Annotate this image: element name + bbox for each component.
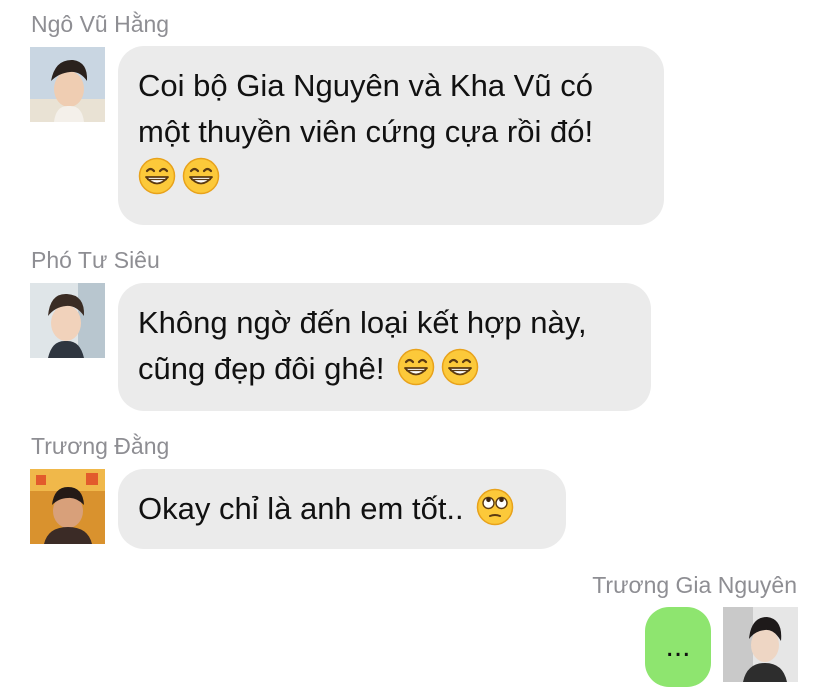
avatar[interactable] bbox=[723, 607, 798, 682]
sender-name: Ngô Vũ Hằng bbox=[31, 11, 170, 37]
message-bubble[interactable]: ... bbox=[645, 607, 711, 687]
message-line: Không ngờ đến loại kết hợp này, bbox=[138, 305, 587, 340]
sender-name: Trương Gia Nguyên bbox=[592, 572, 797, 598]
sender-name: Phó Tư Siêu bbox=[31, 247, 160, 273]
grinning-face-with-smiling-eyes-icon bbox=[182, 157, 220, 195]
sender-name: Trương Đằng bbox=[31, 433, 170, 459]
message-line: Coi bộ Gia Nguyên và Kha Vũ có bbox=[138, 68, 593, 103]
message-bubble[interactable]: Okay chỉ là anh em tốt.. bbox=[118, 469, 566, 549]
message-line-with-emoji: cũng đẹp đôi ghê! bbox=[138, 346, 631, 392]
message-bubble[interactable]: Không ngờ đến loại kết hợp này, cũng đẹp… bbox=[118, 283, 651, 411]
face-with-rolling-eyes-icon bbox=[476, 488, 514, 526]
grinning-face-with-smiling-eyes-icon bbox=[441, 348, 479, 386]
avatar[interactable] bbox=[30, 47, 105, 122]
message-line: Okay chỉ là anh em tốt.. bbox=[138, 491, 464, 526]
message-text: ... bbox=[665, 630, 691, 663]
avatar[interactable] bbox=[30, 283, 105, 358]
message-bubble[interactable]: Coi bộ Gia Nguyên và Kha Vũ có một thuyề… bbox=[118, 46, 664, 225]
message-line: một thuyền viên cứng cựa rồi đó! bbox=[138, 114, 594, 149]
message-line-with-emoji: Okay chỉ là anh em tốt.. bbox=[138, 486, 546, 532]
grinning-face-with-smiling-eyes-icon bbox=[138, 157, 176, 195]
avatar[interactable] bbox=[30, 469, 105, 544]
grinning-face-with-smiling-eyes-icon bbox=[397, 348, 435, 386]
message-line: cũng đẹp đôi ghê! bbox=[138, 351, 385, 386]
emoji-row bbox=[138, 155, 644, 201]
